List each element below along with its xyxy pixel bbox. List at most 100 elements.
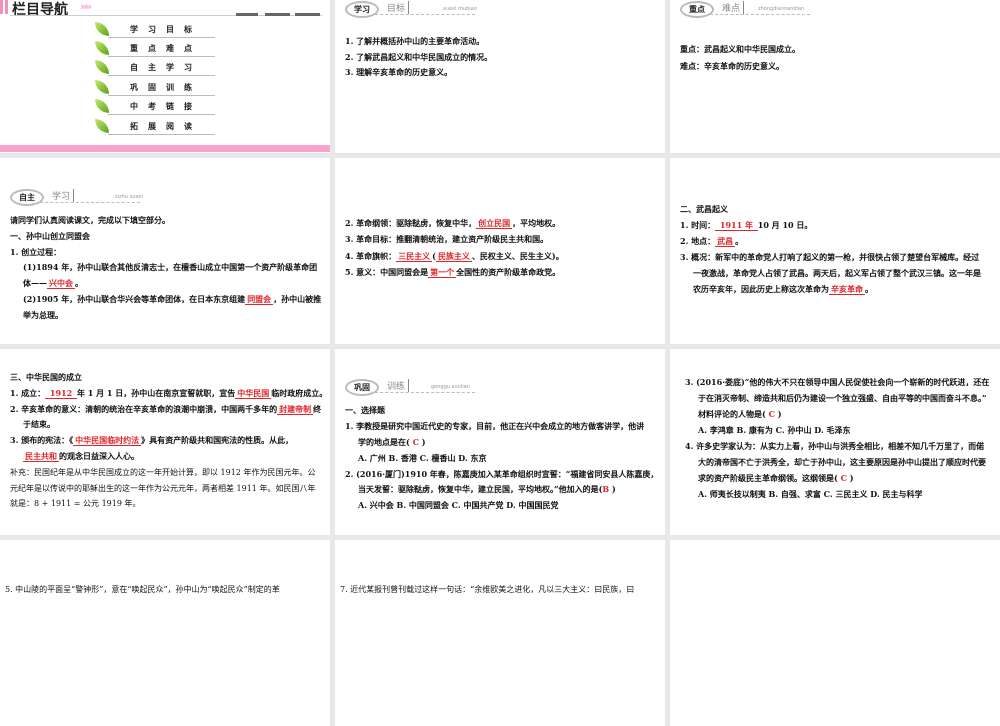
badge-sub: 目标 (387, 1, 410, 14)
text-segment: 4. 革命旗帜： (345, 250, 397, 261)
text-line: 3. 理解辛亥革命的历史意义。 (345, 65, 492, 81)
text-line: 1. 时间： 1911 年 10 月 10 日。 (680, 217, 981, 233)
nav-item-label: 巩固训练 (130, 82, 202, 92)
text-segment: 大的清帝国不亡于洪秀全，却亡于孙中山，这主要原因是孙中山提出了顺应时代要 (698, 457, 986, 467)
text-segment: 临时政府成立。 (271, 387, 328, 398)
text-line: 2. 革命纲领：驱除鞑虏，恢复中华， 创立民国 ，平均地权。 (345, 215, 564, 231)
text-segment: 3. 理解辛亥革命的历史意义。 (345, 67, 453, 78)
text-block: 1. 了解并概括孙中山的主要革命活动。 2. 了解武昌起义和中华民国成立的情况。 3… (345, 34, 492, 81)
text-block: 请同学们认真阅读课文，完成以下填空部分。 一、孙中山创立同盟会 1. 创立过程： (1… (10, 213, 321, 324)
slide-10-thumbnail[interactable]: 5. 中山陵的平面呈“警钟形”，意在“唤起民众”，孙中山为“唤起民众”制定的革 (0, 540, 330, 726)
text-segment: 举为总理。 (23, 309, 63, 320)
text-line: A. 广州 B. 香港 C. 檀香山 D. 东京 (345, 451, 658, 467)
text-line: 学的地点是在( C ) (345, 435, 658, 451)
slide-3-thumbnail[interactable]: 重点 难点 zhongdiannandian 重点：武昌起义和中华民国成立。 难点… (670, 0, 1000, 153)
nav-title: 栏目导航 (12, 2, 68, 18)
text-line: 难点：辛亥革命的历史意义。 (680, 58, 800, 75)
text-segment: 的观念日益深入人心。 (59, 450, 139, 461)
text-line: 求的资产阶级民主革命纲领。这纲领是( C ) (685, 470, 989, 486)
nav-item-self-study[interactable]: 自主学习 (95, 59, 217, 77)
nav-item-reading[interactable]: 拓展阅读 (95, 118, 217, 136)
text-segment: 2. 革命纲领：驱除鞑虏，恢复中华， (345, 218, 477, 228)
leaf-icon (95, 22, 109, 36)
text-line: 民主共和 的观念日益深入人心。 (10, 449, 327, 465)
text-segment: 当天发誓：驱除鞑虏，恢复中华，建立民国，平均地权。”他加入的是( (358, 484, 603, 495)
text-line: 当天发誓：驱除鞑虏，恢复中华，建立民国，平均地权。”他加入的是(B ) (345, 482, 658, 498)
text-segment: 农历辛亥年，因此历史上称这次革命为 (693, 284, 829, 294)
nav-item-goals[interactable]: 学习目标 (95, 21, 217, 39)
text-line: 三、中华民国的成立 (10, 370, 327, 386)
text-line: 5. 意义：中国同盟会是 第一个 全国性的资产阶级革命政党。 (345, 264, 564, 280)
text-segment: 1. 了解并概括孙中山的主要革命活动。 (345, 36, 485, 46)
text-segment: 请同学们认真阅读课文，完成以下填空部分。 (10, 215, 170, 225)
text-line: 3. 颁布的宪法：《 中华民国临时约法 》具有资产阶级共和国宪法的性质。从此， (10, 433, 327, 449)
text-line: 二、武昌起义 (680, 201, 981, 217)
badge-sub: 训练 (387, 379, 410, 392)
text-segment: A. 兴中会 B. 中国同盟会 C. 中国共产党 D. 中国国民党 (358, 500, 559, 511)
text-segment: 于结束。 (23, 419, 55, 430)
text-block: 重点：武昌起义和中华民国成立。难点：辛亥革命的历史意义。 (680, 41, 800, 75)
fill-in-answer: 第一个 (428, 266, 457, 278)
text-line: A. 李鸿章 B. 康有为 C. 孙中山 D. 毛泽东 (685, 422, 989, 438)
text-segment: (2)1905 年，孙中山联合华兴会等革命团体，在日本东京组建 (23, 293, 246, 304)
slide-8-thumbnail[interactable]: 巩固 训练 gonggu xunlian 一、选择题 1. 李教授是研究中国近代史… (335, 349, 665, 535)
text-segment: 二、武昌起义 (680, 204, 728, 214)
fill-in-answer: 1912 (45, 387, 77, 399)
text-segment: 学的地点是在( (358, 436, 413, 447)
slide-5-thumbnail[interactable]: 2. 革命纲领：驱除鞑虏，恢复中华， 创立民国 ，平均地权。 3. 革命目标：推翻清朝… (335, 158, 665, 344)
text-segment: 》具有资产阶级共和国宪法的性质。从此， (141, 435, 294, 446)
badge-pinyin: gonggu xunlian (431, 384, 470, 390)
text-segment: 重点：武昌起义和中华民国成立。 (680, 44, 800, 54)
fill-in-answer: 三民主义 (396, 250, 433, 262)
nav-item-key-points[interactable]: 重点难点 (95, 40, 217, 58)
text-line: 5. 中山陵的平面呈“警钟形”，意在“唤起民众”，孙中山为“唤起民众”制定的革 (5, 582, 280, 598)
text-segment: 年 1 月 1 日，孙中山在南京宣誓就职，宣告 (76, 387, 236, 398)
text-line: 一夜激战，革命党人占领了武昌。两天后，起义军占领了整个武汉三镇。这一年是 (680, 265, 981, 281)
text-segment: 求的资产阶级民主革命纲领。这纲领是( (698, 473, 841, 483)
text-line: (1)1894 年，孙中山联合其他反清志士，在檀香山成立中国第一个资产阶级革命团 (10, 260, 321, 276)
divider (265, 13, 290, 16)
text-line: 2. 辛亥革命的意义：清朝的统治在辛亥革命的浪潮中崩溃，中国两千多年的 封建帝制终 (10, 402, 327, 418)
badge-pinyin: zizhu xuexi (115, 194, 144, 200)
slide-9-thumbnail[interactable]: 3. (2016·娄底)“他的伟大不只在领导中国人民促使社会向一个崭新的时代跃进… (670, 349, 1000, 535)
text-segment: 体—— (23, 278, 47, 289)
slide-11-thumbnail[interactable]: 7. 近代某报刊曾刊载过这样一句话：“余维欧美之进化，凡以三大主义：曰民族，曰 (335, 540, 665, 726)
text-line: 4. 革命旗帜： 三民主义(民族主义 、民权主义、民生主义)。 (345, 248, 564, 264)
divider (236, 13, 258, 16)
text-segment: 5. 中山陵的平面呈“警钟形”，意在“唤起民众”，孙中山为“唤起民众”制定的革 (5, 585, 280, 594)
text-segment: (1)1894 年，孙中山联合其他反清志士，在檀香山成立中国第一个资产阶级革命团 (23, 262, 318, 273)
slide-1-thumbnail[interactable]: 栏目导航 »» 学习目标 重点难点 自主学习 巩固训练 中考链接 拓展阅读 (0, 0, 330, 153)
slide-12-thumbnail[interactable] (670, 540, 1000, 726)
text-line: 重点：武昌起义和中华民国成立。 (680, 41, 800, 58)
text-segment: 3. 概况：新军中的革命党人打响了起义的第一枪，并很快占领了楚望台军械库。经过 (680, 252, 980, 262)
leaf-icon (95, 80, 109, 94)
text-line: 2. (2016·厦门)1910 年春，陈嘉庚加入某革命组织时宣誓：“福建省同安… (345, 467, 658, 483)
leaf-icon (95, 99, 109, 113)
slide-7-thumbnail[interactable]: 三、中华民国的成立 1. 成立： 1912 年 1 月 1 日，孙中山在南京宣誓就… (0, 349, 330, 535)
text-line: 元纪年是以传说中的耶稣出生的这一年作为公元元年，两者相差 1911 年。如民国八… (10, 481, 327, 497)
section-badge: 学习 目标 xuexi mubiao (345, 0, 505, 20)
slide-2-thumbnail[interactable]: 学习 目标 xuexi mubiao 1. 了解并概括孙中山的主要革命活动。 2.… (335, 0, 665, 153)
nav-item-practice[interactable]: 巩固训练 (95, 79, 217, 97)
text-segment: 全国性的资产阶级革命政党。 (456, 266, 561, 277)
text-segment: 。 (75, 278, 83, 289)
text-line: 于在消灭帝制、缔造共和后仍为建设一个独立强盛、自由平等的中国而奋斗不息。” (685, 390, 989, 406)
text-segment: 。 (865, 284, 873, 294)
badge-main: 学习 (345, 1, 379, 18)
slide-6-thumbnail[interactable]: 二、武昌起义 1. 时间： 1911 年 10 月 10 日。 2. 地点： 武昌。 3… (670, 158, 1000, 344)
chevron-right-icon: »» (80, 0, 92, 13)
text-line: A. 师夷长技以制夷 B. 自强、求富 C. 三民主义 D. 民主与科学 (685, 486, 989, 502)
text-line: 农历辛亥年，因此历史上称这次革命为 辛亥革命。 (680, 281, 981, 297)
fill-in-answer: 中华民国临时约法 (73, 435, 142, 447)
text-segment: 2. 地点： (680, 236, 716, 246)
text-segment: 材料评论的人物是( (698, 409, 769, 419)
nav-item-exam-links[interactable]: 中考链接 (95, 98, 217, 116)
nav-item-label: 重点难点 (130, 43, 202, 53)
fill-in-answer: 民族主义 (435, 250, 472, 262)
slide-4-thumbnail[interactable]: 自主 学习 zizhu xuexi 请同学们认真阅读课文，完成以下填空部分。 一、… (0, 158, 330, 344)
text-line: 3. (2016·娄底)“他的伟大不只在领导中国人民促使社会向一个崭新的时代跃进… (685, 374, 989, 390)
badge-pinyin: zhongdiannandian (758, 6, 805, 12)
text-segment: 于在消灭帝制、缔造共和后仍为建设一个独立强盛、自由平等的中国而奋斗不息。” (698, 393, 987, 403)
text-segment: ) (609, 484, 616, 495)
fill-in-answer: 同盟会 (245, 293, 274, 305)
